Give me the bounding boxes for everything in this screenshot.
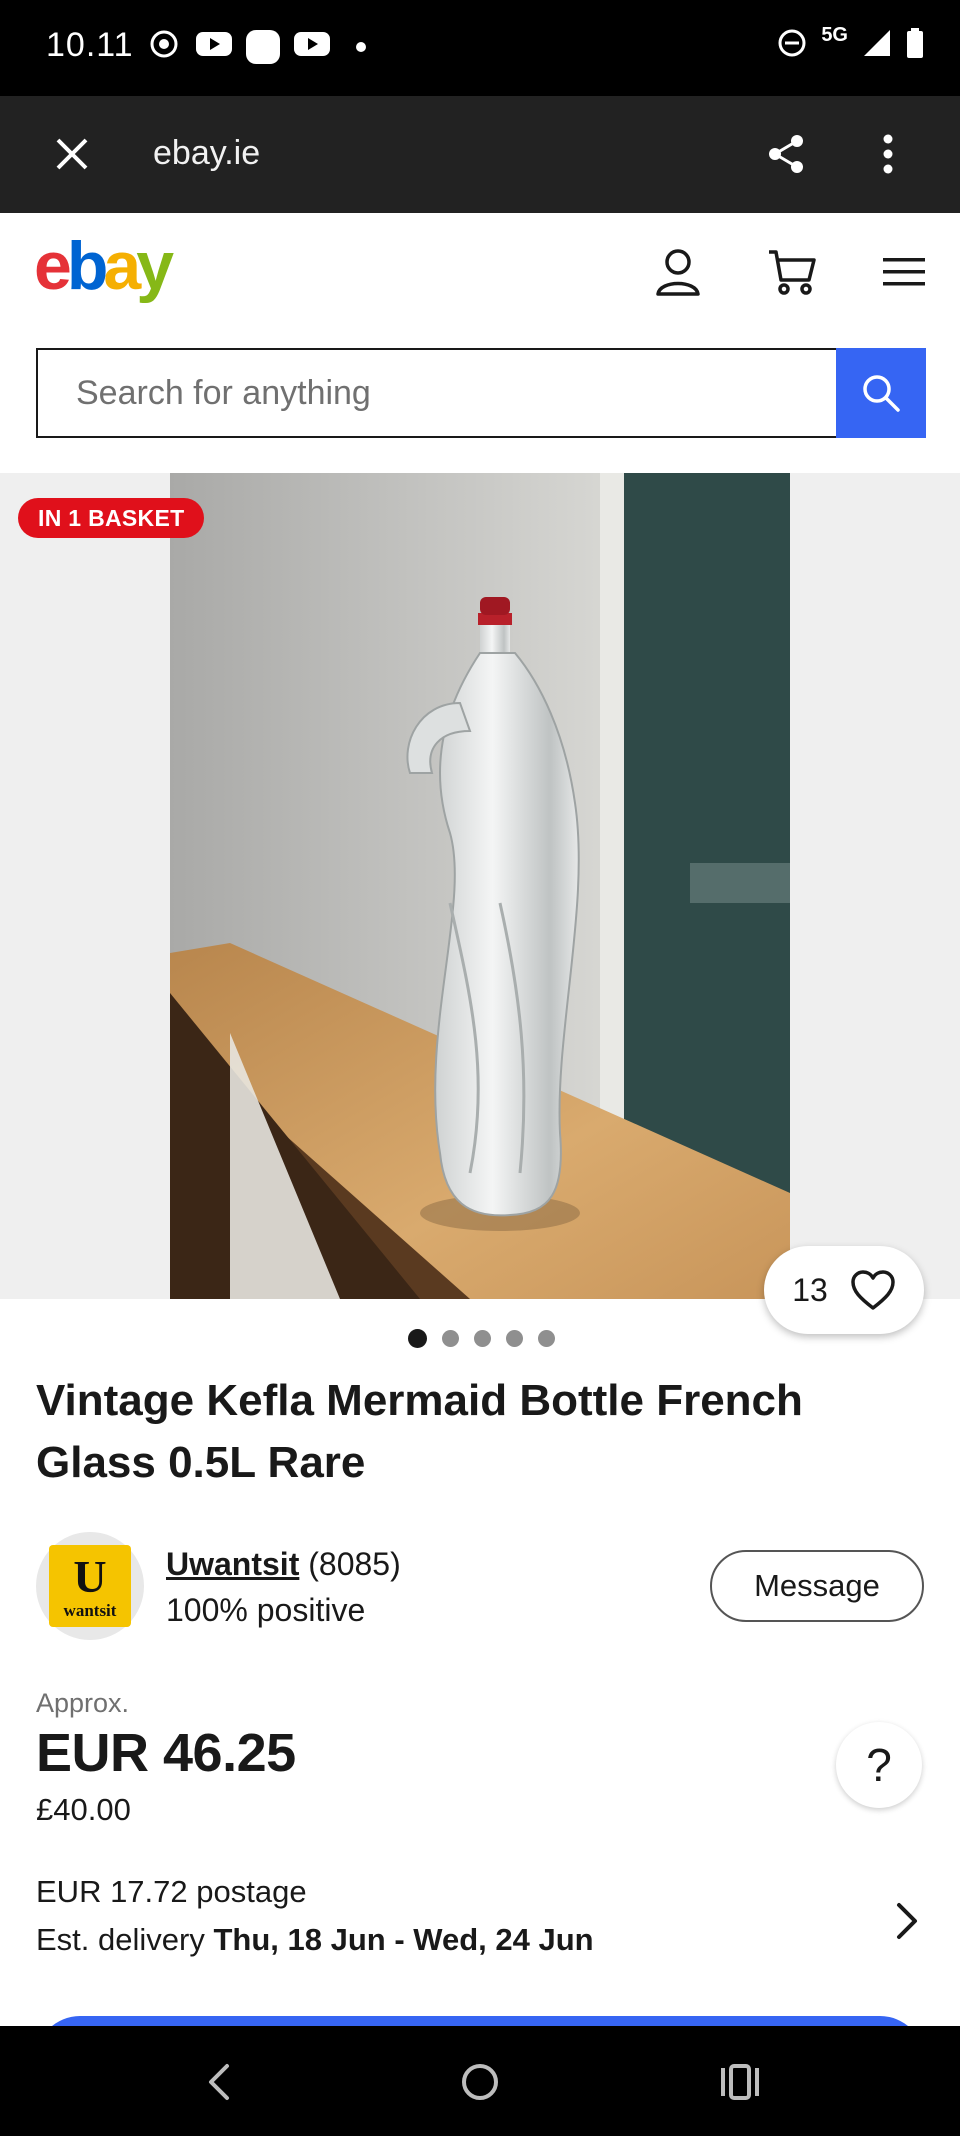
logo-letter-a: a (103, 228, 141, 304)
more-vert-icon (883, 134, 893, 174)
nav-recents-button[interactable] (710, 2054, 770, 2110)
image-pagination[interactable] (408, 1329, 555, 1348)
menu-button[interactable] (876, 244, 932, 300)
pagination-dot[interactable] (506, 1330, 523, 1347)
pagination-dot[interactable] (538, 1330, 555, 1347)
pagination-dot-active[interactable] (408, 1329, 427, 1348)
logo-letter-y: y (136, 228, 174, 304)
shipping-details-button[interactable] (890, 1896, 924, 1946)
battery-icon (907, 28, 923, 58)
app-icon (246, 30, 280, 64)
cart-button[interactable] (764, 244, 820, 300)
share-icon (769, 135, 803, 173)
home-icon (462, 2064, 498, 2100)
user-icon (656, 249, 700, 296)
pagination-dot[interactable] (442, 1330, 459, 1347)
seller-feedback-count: (8085) (308, 1546, 401, 1582)
approx-label: Approx. (36, 1688, 130, 1718)
network-label: 5G (821, 23, 848, 46)
youtube-icon (294, 32, 330, 56)
seller-info: Uwantsit (8085) (166, 1546, 401, 1583)
youtube-icon (196, 32, 232, 56)
system-nav-bar (0, 2026, 960, 2136)
recents-icon (721, 2064, 759, 2100)
search-box (36, 348, 838, 438)
share-button[interactable] (760, 128, 812, 180)
watch-button[interactable]: 13 (764, 1246, 924, 1334)
ebay-logo[interactable]: ebay (34, 232, 174, 300)
postage-cost[interactable]: EUR 17.72 postage (36, 1874, 307, 1910)
item-price: EUR 46.25 (36, 1723, 296, 1783)
seller-avatar[interactable]: U wantsit (36, 1532, 144, 1640)
nav-home-button[interactable] (450, 2054, 510, 2110)
chrome-icon (150, 30, 178, 58)
logo-letter-e: e (34, 228, 72, 304)
back-icon (209, 2064, 229, 2100)
seller-positive-feedback: 100% positive (166, 1592, 366, 1628)
do-not-disturb-icon (778, 29, 806, 57)
estimated-delivery[interactable]: Est. delivery Thu, 18 Jun - Wed, 24 Jun (36, 1922, 594, 1958)
delivery-dates: Thu, 18 Jun - Wed, 24 Jun (213, 1922, 594, 1957)
account-button[interactable] (650, 244, 706, 300)
product-image[interactable] (170, 473, 790, 1299)
seller-name-link[interactable]: Uwantsit (166, 1546, 299, 1582)
status-time: 10.11 (46, 26, 134, 64)
search-input[interactable] (38, 350, 838, 436)
delivery-label: Est. delivery (36, 1922, 205, 1957)
seller-logo-letter: U (73, 1550, 107, 1602)
hamburger-icon (883, 258, 925, 286)
nav-back-button[interactable] (188, 2054, 248, 2110)
close-icon (56, 138, 88, 170)
status-bar: 10.11 5G (0, 0, 960, 96)
help-button[interactable]: ? (836, 1722, 922, 1808)
search-icon (863, 375, 900, 412)
close-tab-button[interactable] (46, 128, 98, 180)
seller-logo: U wantsit (49, 1545, 131, 1627)
watch-count: 13 (792, 1271, 828, 1308)
heart-icon (851, 1270, 895, 1310)
seller-logo-text: wantsit (63, 1600, 117, 1620)
signal-icon (864, 30, 890, 56)
cart-icon (769, 250, 816, 295)
notification-dot-icon (356, 42, 366, 52)
logo-letter-b: b (66, 228, 108, 304)
pagination-dot[interactable] (474, 1330, 491, 1347)
search-button[interactable] (836, 348, 926, 438)
chevron-right-icon (897, 1903, 917, 1939)
in-basket-badge: IN 1 BASKET (18, 498, 205, 538)
browser-menu-button[interactable] (862, 128, 914, 180)
status-icons: 5G (777, 24, 924, 58)
original-price: £40.00 (36, 1792, 131, 1827)
product-title: Vintage Kefla Mermaid Bottle French Glas… (36, 1376, 803, 1487)
product-gallery[interactable] (0, 473, 960, 1299)
browser-toolbar: ebay.ie (0, 96, 960, 213)
message-seller-button[interactable]: Message (710, 1550, 924, 1622)
url-text[interactable]: ebay.ie (153, 134, 260, 173)
